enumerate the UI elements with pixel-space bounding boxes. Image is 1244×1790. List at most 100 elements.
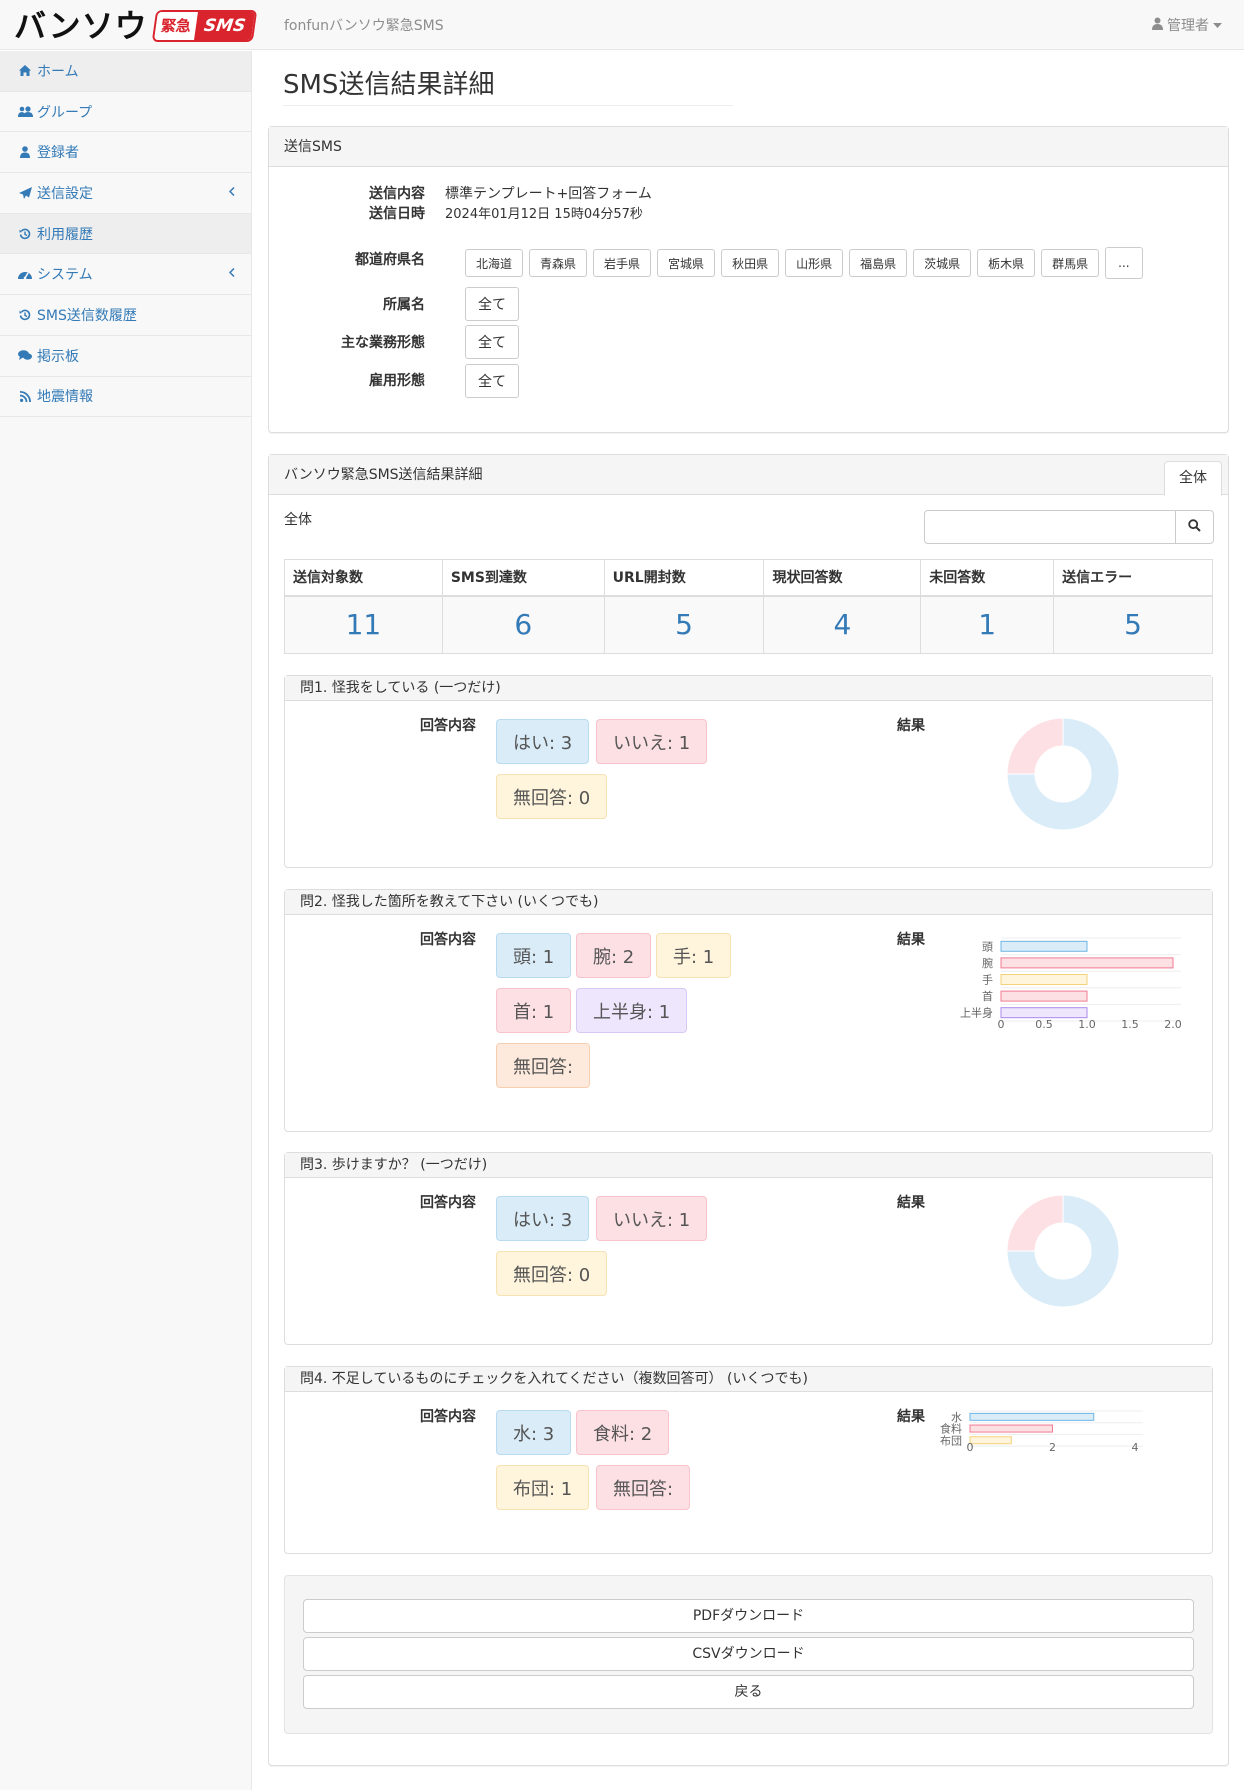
search-input[interactable]: [924, 510, 1176, 544]
sidebar: ホーム グループ 登録者 送信設定 利用履歴 システム SMS送信数履歴 掲示板…: [0, 51, 252, 1790]
employment-type-button[interactable]: 全て: [465, 364, 519, 398]
history-icon: [17, 309, 33, 321]
user-icon: [1152, 17, 1163, 34]
prefecture-list: 北海道 青森県 岩手県 宮城県 秋田県 山形県 福島県 茨城県 栃木県 群馬県 …: [465, 247, 1143, 279]
more-prefectures-button[interactable]: ...: [1105, 247, 1143, 279]
sidebar-item-label: グループ: [37, 104, 93, 121]
answer-chip: 腕: 2: [576, 933, 652, 978]
content-label: 送信内容: [369, 186, 425, 202]
category-label: 布団: [940, 1434, 962, 1447]
stats-table: 送信対象数 SMS到達数 URL開封数 現状回答数 未回答数 送信エラー 11 …: [284, 559, 1213, 654]
donut-chart: [1007, 718, 1119, 830]
stat-value: 4: [763, 595, 922, 654]
prefecture-button[interactable]: 岩手県: [593, 249, 652, 277]
sidebar-item-label: システム: [37, 267, 93, 284]
result-detail-panel: バンソウ緊急SMS送信結果詳細 全体 全体 送信対象数 SMS到達数 URL開封…: [268, 454, 1229, 1766]
sidebar-item-groups[interactable]: グループ: [0, 92, 251, 133]
stat-value: 11: [284, 595, 443, 654]
answer-chip: 手: 1: [656, 933, 732, 978]
sidebar-item-home[interactable]: ホーム: [0, 51, 251, 92]
sidebar-item-send-settings[interactable]: 送信設定: [0, 173, 251, 214]
brand-link[interactable]: fonfunバンソウ緊急SMS: [284, 15, 444, 35]
prefecture-button[interactable]: 山形県: [785, 249, 844, 277]
prefecture-button[interactable]: 茨城県: [913, 249, 972, 277]
logo[interactable]: バンソウ 緊急 SMS: [14, 8, 258, 44]
stat-header: SMS到達数: [441, 559, 605, 597]
page-title: SMS送信結果詳細: [283, 70, 495, 100]
back-button[interactable]: 戻る: [303, 1675, 1194, 1709]
user-menu-dropdown[interactable]: 管理者: [1152, 15, 1222, 35]
answer-chip: 食料: 2: [576, 1410, 670, 1455]
panel-heading: バンソウ緊急SMS送信結果詳細: [269, 455, 1228, 495]
answer-label: 回答内容: [420, 1409, 476, 1425]
logo-badge-sms: SMS: [193, 12, 255, 40]
datetime-label: 送信日時: [369, 206, 425, 222]
sidebar-item-usage-history[interactable]: 利用履歴: [0, 213, 251, 255]
history-icon: [17, 228, 33, 240]
sidebar-item-registrants[interactable]: 登録者: [0, 132, 251, 174]
search-button[interactable]: [1176, 510, 1214, 544]
sidebar-item-label: 掲示板: [37, 348, 79, 365]
home-icon: [17, 65, 33, 77]
prefecture-button[interactable]: 北海道: [465, 249, 524, 277]
stat-header: 送信対象数: [284, 559, 443, 597]
bar-布団: [969, 1436, 1012, 1445]
sidebar-item-system[interactable]: システム: [0, 254, 251, 296]
bar-手: [1000, 974, 1088, 985]
category-label: 上半身: [960, 1006, 993, 1020]
stat-value: 5: [603, 595, 765, 654]
send-sms-panel: 送信SMS 送信内容 標準テンプレート+回答フォーム 送信日時 2024年01月…: [268, 126, 1229, 433]
category-label: 首: [982, 989, 993, 1003]
question-title: 問2. 怪我した箇所を教えて下さい (いくつでも): [285, 890, 1212, 915]
csv-download-button[interactable]: CSVダウンロード: [303, 1637, 1194, 1671]
prefecture-row: 都道府県名: [269, 249, 445, 269]
paper-plane-icon: [17, 186, 33, 199]
answer-chip: いいえ: 1: [596, 1196, 708, 1241]
sidebar-item-label: 地震情報: [37, 389, 93, 406]
bar-chart: 水食料布団0 2 4: [940, 1410, 1143, 1454]
answer-chip: いいえ: 1: [596, 719, 708, 764]
answer-chip: 水: 3: [496, 1410, 572, 1455]
bar-食料: [969, 1424, 1053, 1433]
prefecture-button[interactable]: 福島県: [849, 249, 908, 277]
donut-slice-いいえ: [1007, 718, 1064, 775]
prefecture-button[interactable]: 群馬県: [1041, 249, 1100, 277]
answer-chip: 無回答:: [596, 1465, 691, 1510]
business-type-button[interactable]: 全て: [465, 325, 519, 359]
prefecture-button[interactable]: 宮城県: [657, 249, 716, 277]
question-4-panel: 問4. 不足しているものにチェックを入れてください（複数回答可） (いくつでも)…: [284, 1366, 1213, 1554]
answer-chip: 無回答:: [496, 1043, 591, 1088]
prefecture-label: 都道府県名: [355, 252, 425, 268]
stats-value-row: 11 6 5 4 1 5: [284, 595, 1213, 654]
answer-chip: 無回答: 0: [496, 1251, 608, 1296]
panel-title: バンソウ緊急SMS送信結果詳細: [284, 467, 483, 483]
affiliation-row: 所属名: [269, 294, 445, 314]
stats-header-row: 送信対象数 SMS到達数 URL開封数 現状回答数 未回答数 送信エラー: [284, 559, 1213, 597]
sidebar-item-bulletin-board[interactable]: 掲示板: [0, 336, 251, 377]
affiliation-label: 所属名: [383, 297, 425, 313]
actions-well: PDFダウンロード CSVダウンロード 戻る: [284, 1575, 1213, 1734]
prefecture-button[interactable]: 秋田県: [721, 249, 780, 277]
employment-type-label: 雇用形態: [369, 373, 425, 389]
stat-value: 5: [1053, 595, 1213, 654]
tick-label: 4: [1132, 1441, 1139, 1454]
bar-chart: 頭腕手首上半身 0 0.5 1.0 1.5 2.0: [960, 937, 1182, 1031]
datetime-value: 2024年01月12日 15時04分57秒: [445, 207, 643, 222]
sidebar-item-sms-count-history[interactable]: SMS送信数履歴: [0, 295, 251, 336]
prefecture-button[interactable]: 栃木県: [977, 249, 1036, 277]
caret-down-icon: [1213, 17, 1222, 33]
stat-header: URL開封数: [603, 559, 765, 597]
affiliation-button[interactable]: 全て: [465, 287, 519, 321]
prefecture-button[interactable]: 青森県: [529, 249, 588, 277]
stat-value: 1: [920, 595, 1055, 654]
sidebar-item-label: 利用履歴: [37, 226, 93, 243]
pdf-download-button[interactable]: PDFダウンロード: [303, 1599, 1194, 1633]
question-1-panel: 問1. 怪我をしている (一つだけ) 回答内容 はい: 3 いいえ: 1 無回答…: [284, 675, 1213, 868]
tab-all[interactable]: 全体: [1164, 461, 1222, 496]
sidebar-item-earthquake-info[interactable]: 地震情報: [0, 377, 251, 418]
title-divider: [283, 105, 733, 106]
question-title: 問4. 不足しているものにチェックを入れてください（複数回答可） (いくつでも): [285, 1367, 1212, 1392]
bar-上半身: [1000, 1007, 1088, 1019]
answer-chip: 上半身: 1: [576, 988, 688, 1033]
answer-chip: 無回答: 0: [496, 774, 608, 819]
